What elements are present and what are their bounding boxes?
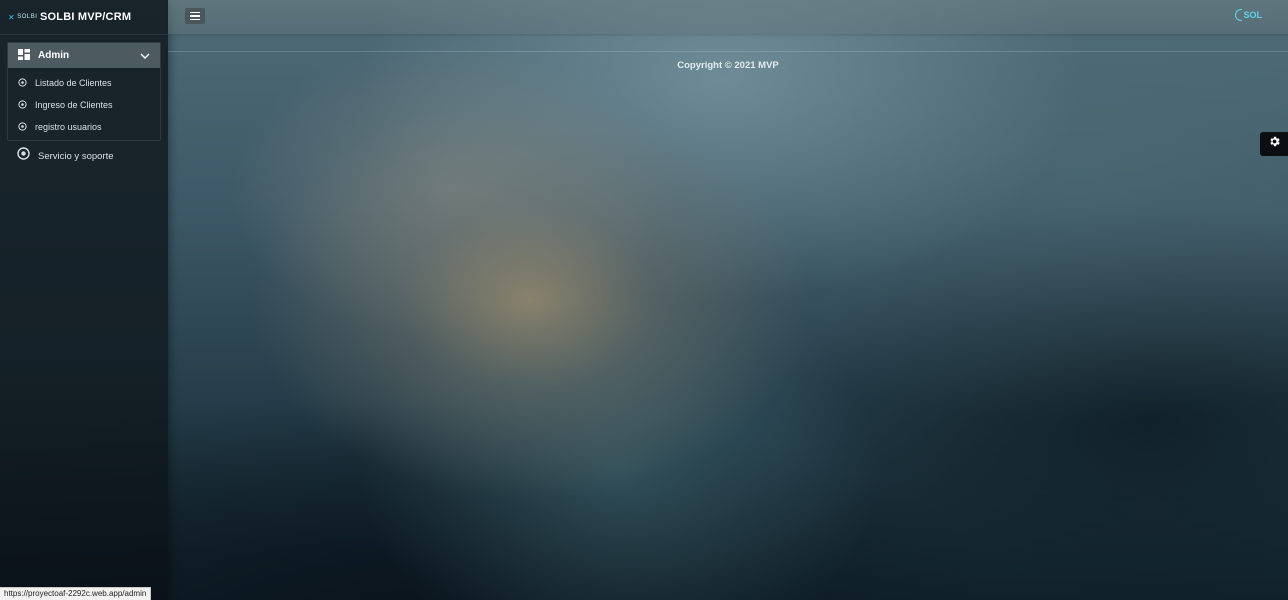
sidebar-item-listado-clientes[interactable]: Listado de Clientes [8,72,160,94]
circle-dot-icon [17,147,30,165]
divider [0,34,168,35]
gear-icon [1268,135,1281,153]
divider [168,51,1288,52]
top-logo[interactable]: SOL [1235,9,1262,21]
circle-dot-icon [18,74,27,92]
hamburger-icon[interactable] [185,8,205,24]
sidebar-item-registro-usuarios[interactable]: registro usuarios [8,116,160,138]
sidebar-item-label: registro usuarios [35,122,102,132]
settings-toggle-button[interactable] [1260,132,1288,156]
brand-logo: ✕ SOLBI [8,12,38,22]
sidebar-item-servicio-soporte[interactable]: Servicio y soporte [0,141,168,171]
circle-dot-icon [18,118,27,136]
submenu-admin: Listado de Clientes Ingreso de Clientes … [8,68,160,140]
copyright-text: Copyright © 2021 MVP [677,60,779,71]
menu-group-admin: Admin Listado de Clientes Ingreso de Cli… [7,42,161,141]
circle-dot-icon [18,96,27,114]
menu-header-admin[interactable]: Admin [8,43,160,68]
brand[interactable]: ✕ SOLBI SOLBI MVP/CRM [0,0,168,34]
status-bar-url: https://proyectoaf-2292c.web.app/admin [0,587,152,600]
background-image [0,0,1288,600]
sidebar-item-label: Ingreso de Clientes [35,100,113,110]
sidebar-item-label: Listado de Clientes [35,78,112,88]
sidebar-item-ingreso-clientes[interactable]: Ingreso de Clientes [8,94,160,116]
topbar: SOL [168,0,1288,34]
brand-title: SOLBI MVP/CRM [40,11,132,23]
dashboard-icon [18,47,30,65]
menu-header-label: Admin [38,50,70,61]
chevron-down-icon [136,52,154,59]
sidebar: ✕ SOLBI SOLBI MVP/CRM Admin Listado de C… [0,0,168,600]
sidebar-item-label: Servicio y soporte [38,150,114,162]
